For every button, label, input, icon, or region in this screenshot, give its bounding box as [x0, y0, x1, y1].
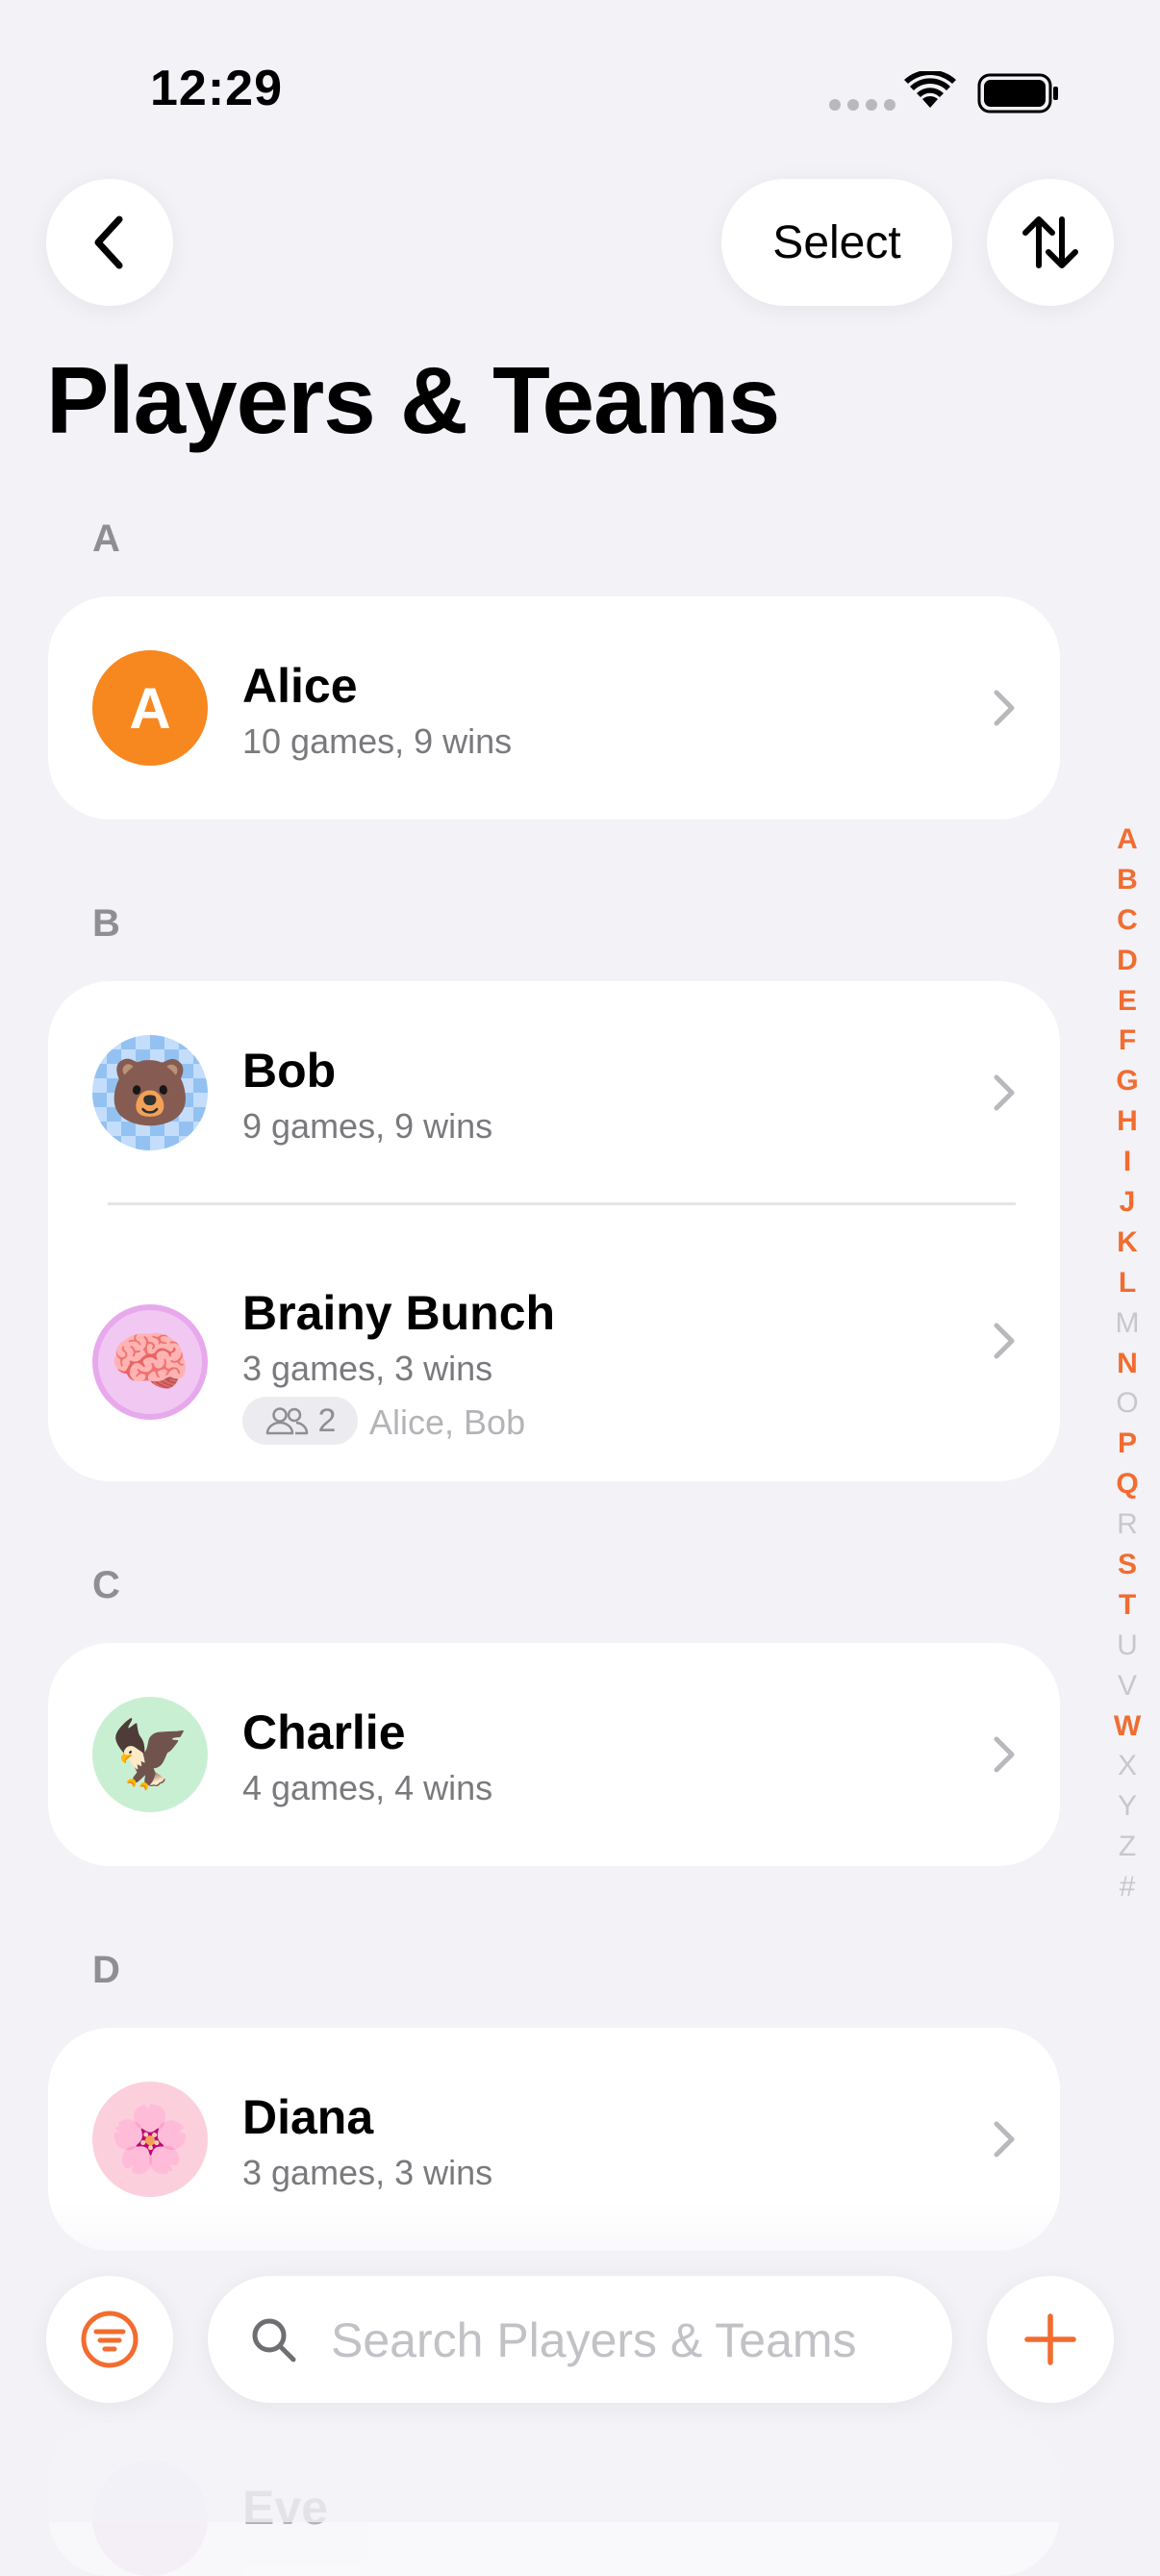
select-button[interactable]: Select: [721, 179, 952, 306]
chevron-left-icon: [94, 215, 123, 269]
index-letter-o[interactable]: O: [1116, 1383, 1138, 1424]
index-letter-k[interactable]: K: [1117, 1223, 1138, 1263]
section-header-c: C: [92, 1564, 120, 1606]
index-letter-i[interactable]: I: [1123, 1142, 1131, 1182]
player-name: Bob: [242, 1044, 337, 1098]
chevron-right-icon: [994, 1323, 1015, 1359]
index-letter-r[interactable]: R: [1117, 1504, 1138, 1545]
avatar: A: [92, 650, 208, 766]
plus-icon: [1024, 2313, 1076, 2365]
section-header-b: B: [92, 902, 120, 945]
player-stats: 10 games, 9 wins: [242, 721, 513, 761]
search-input[interactable]: Search Players & Teams: [208, 2276, 952, 2403]
index-letter-g[interactable]: G: [1116, 1061, 1138, 1101]
section-card-a: A Alice 10 games, 9 wins: [48, 596, 1060, 820]
index-letter-s[interactable]: S: [1118, 1545, 1137, 1585]
people-icon: [265, 1407, 308, 1435]
page-title: Players & Teams: [46, 347, 780, 453]
index-letter-d[interactable]: D: [1117, 941, 1138, 981]
index-letter-m[interactable]: M: [1116, 1303, 1140, 1344]
player-stats: 3 games, 3 wins: [242, 2153, 493, 2192]
sort-button[interactable]: [987, 179, 1114, 306]
index-letter-l[interactable]: L: [1119, 1263, 1136, 1303]
list-item-bob[interactable]: 🐻 Bob 9 games, 9 wins: [48, 981, 1060, 1204]
add-button[interactable]: [987, 2276, 1114, 2403]
index-letter-t[interactable]: T: [1119, 1585, 1136, 1626]
member-count-badge: 2: [242, 1397, 358, 1445]
avatar: 🦅: [92, 1697, 208, 1812]
index-letter-e[interactable]: E: [1118, 981, 1137, 1022]
section-card-c: 🦅 Charlie 4 games, 4 wins: [48, 1643, 1060, 1866]
index-letter-a[interactable]: A: [1117, 820, 1138, 860]
list-item-charlie[interactable]: 🦅 Charlie 4 games, 4 wins: [48, 1643, 1060, 1866]
index-letter-z[interactable]: Z: [1119, 1827, 1136, 1867]
player-name: Diana: [242, 2090, 374, 2144]
avatar: 🌸: [92, 2082, 208, 2197]
index-letter-x[interactable]: X: [1118, 1746, 1137, 1786]
index-letter-y[interactable]: Y: [1118, 1786, 1137, 1827]
player-name: Charlie: [242, 1705, 406, 1759]
list-item-brainy-bunch[interactable]: 🧠 Brainy Bunch 3 games, 3 wins 2 Alice, …: [48, 1204, 1060, 1481]
chevron-right-icon: [994, 2121, 1015, 2158]
filter-icon: [81, 2311, 139, 2368]
index-letter-h[interactable]: H: [1117, 1101, 1138, 1142]
back-button[interactable]: [46, 179, 173, 306]
list-item-alice[interactable]: A Alice 10 games, 9 wins: [48, 596, 1060, 820]
avatar: 🐻: [92, 1035, 208, 1150]
index-letter-f[interactable]: F: [1119, 1021, 1136, 1061]
filter-button[interactable]: [46, 2276, 173, 2403]
team-members: Alice, Bob: [369, 1402, 526, 1442]
index-letter-u[interactable]: U: [1117, 1626, 1138, 1666]
index-letter-w[interactable]: W: [1114, 1706, 1141, 1747]
battery-icon: [977, 73, 1058, 114]
index-letter-n[interactable]: N: [1117, 1344, 1138, 1384]
alphabet-index[interactable]: A B C D E F G H I J K L M N O P Q R S T U V W X Y Z #: [1112, 820, 1143, 1907]
section-header-d: D: [92, 1949, 120, 1991]
index-letter-q[interactable]: Q: [1116, 1464, 1138, 1504]
chevron-right-icon: [994, 1736, 1015, 1773]
section-card-b: 🐻 Bob 9 games, 9 wins 🧠 Brainy Bunch 3 g…: [48, 981, 1060, 1481]
index-letter-j[interactable]: J: [1120, 1182, 1136, 1223]
search-icon: [252, 2318, 296, 2362]
team-name: Brainy Bunch: [242, 1286, 556, 1340]
index-letter-p[interactable]: P: [1118, 1424, 1137, 1464]
player-stats: 9 games, 9 wins: [242, 1106, 493, 1146]
search-placeholder: Search Players & Teams: [331, 2313, 857, 2367]
chevron-right-icon: [994, 1074, 1015, 1111]
avatar: 🧠: [92, 1304, 208, 1420]
sort-arrows-icon: [1022, 216, 1078, 268]
team-stats: 3 games, 3 wins: [242, 1349, 493, 1388]
index-letter-v[interactable]: V: [1118, 1666, 1137, 1706]
index-letter-b[interactable]: B: [1117, 860, 1138, 900]
player-stats: 4 games, 4 wins: [242, 1768, 493, 1807]
index-letter-c[interactable]: C: [1117, 900, 1138, 941]
player-name: Alice: [242, 659, 358, 713]
cellular-signal-icon: [829, 99, 895, 111]
chevron-right-icon: [994, 690, 1015, 726]
section-header-a: A: [92, 518, 120, 560]
wifi-icon: [904, 71, 956, 108]
index-letter-hash[interactable]: #: [1120, 1867, 1136, 1907]
status-time: 12:29: [150, 61, 283, 116]
